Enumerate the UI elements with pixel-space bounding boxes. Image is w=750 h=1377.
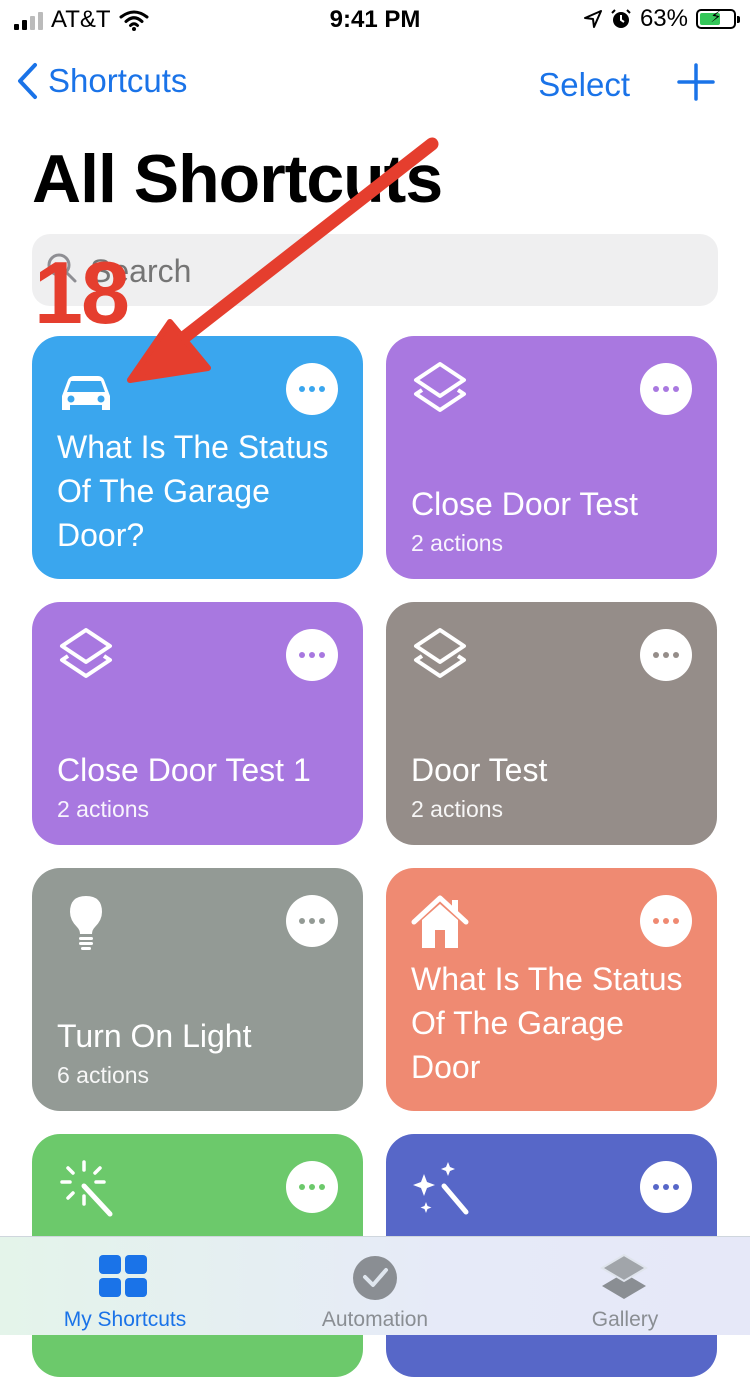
car-icon [62,376,110,410]
shortcut-card[interactable]: Close Door Test 1 2 actions [32,602,363,845]
select-button[interactable]: Select [538,66,630,104]
layers-icon [60,628,112,678]
shortcut-subtitle: 2 actions [411,530,504,556]
tab-label: My Shortcuts [63,1308,187,1331]
tab-bar: My Shortcuts Automation Gallery [0,1236,750,1335]
status-bar: AT&T 9:41 PM 63% ⚡ [0,0,750,40]
shortcut-subtitle: 6 actions [57,1062,150,1088]
more-options-button[interactable] [640,629,692,681]
shortcut-subtitle: 2 actions [57,796,150,822]
search-input[interactable] [88,252,692,291]
more-options-button[interactable] [640,895,692,947]
shortcut-title: Door Test [411,752,548,788]
shortcut-title: Close Door Test 1 [57,752,311,788]
lightbulb-icon [70,896,102,950]
more-options-button[interactable] [286,363,338,415]
back-label: Shortcuts [48,62,188,99]
tab-automation[interactable]: Automation [250,1237,500,1335]
more-options-button[interactable] [640,1161,692,1213]
shortcut-title: Turn On Light [57,1018,252,1054]
shortcut-card[interactable]: What Is The Status Of The Garage Door? [32,336,363,579]
tab-my-shortcuts[interactable]: My Shortcuts [0,1237,250,1335]
shortcut-subtitle: 2 actions [411,796,504,822]
tab-label: Gallery [591,1308,659,1331]
more-options-button[interactable] [286,629,338,681]
stack-icon [600,1253,648,1299]
location-icon [583,10,602,28]
clock-check-icon [353,1256,397,1300]
battery-percent: 63% [639,5,688,32]
shortcut-title: Close Door Test [411,486,639,522]
alarm-icon [611,9,631,28]
page-title: All Shortcuts [32,141,443,217]
battery-icon: ⚡ [696,9,740,29]
back-button[interactable]: Shortcuts [16,62,187,100]
layers-icon [414,362,466,412]
more-options-button[interactable] [286,1161,338,1213]
house-icon [411,895,469,948]
shortcut-card[interactable]: Close Door Test 2 actions [386,336,717,579]
tab-gallery[interactable]: Gallery [500,1237,750,1335]
more-options-button[interactable] [286,895,338,947]
shortcut-card[interactable]: Turn On Light 6 actions [32,868,363,1111]
status-right: 63% ⚡ [583,5,740,33]
step-number-annotation: 18 [34,243,130,342]
add-icon[interactable] [676,62,716,102]
sparkles-wand-icon [413,1162,469,1215]
tab-label: Automation [321,1308,429,1331]
shortcut-title: What Is The Status Of The Garage Door? [57,429,329,553]
chevron-left-icon [18,63,37,99]
shortcut-card[interactable]: Door Test 2 actions [386,602,717,845]
grid-icon [99,1255,147,1297]
shortcut-card[interactable]: What Is The Status Of The Garage Door [386,868,717,1111]
shortcut-title: What Is The Status Of The Garage Door [411,961,683,1085]
search-bar[interactable] [32,234,718,306]
navigation-bar: Shortcuts Select [0,52,750,116]
magic-wand-icon [60,1160,113,1217]
layers-icon [414,628,466,678]
more-options-button[interactable] [640,363,692,415]
